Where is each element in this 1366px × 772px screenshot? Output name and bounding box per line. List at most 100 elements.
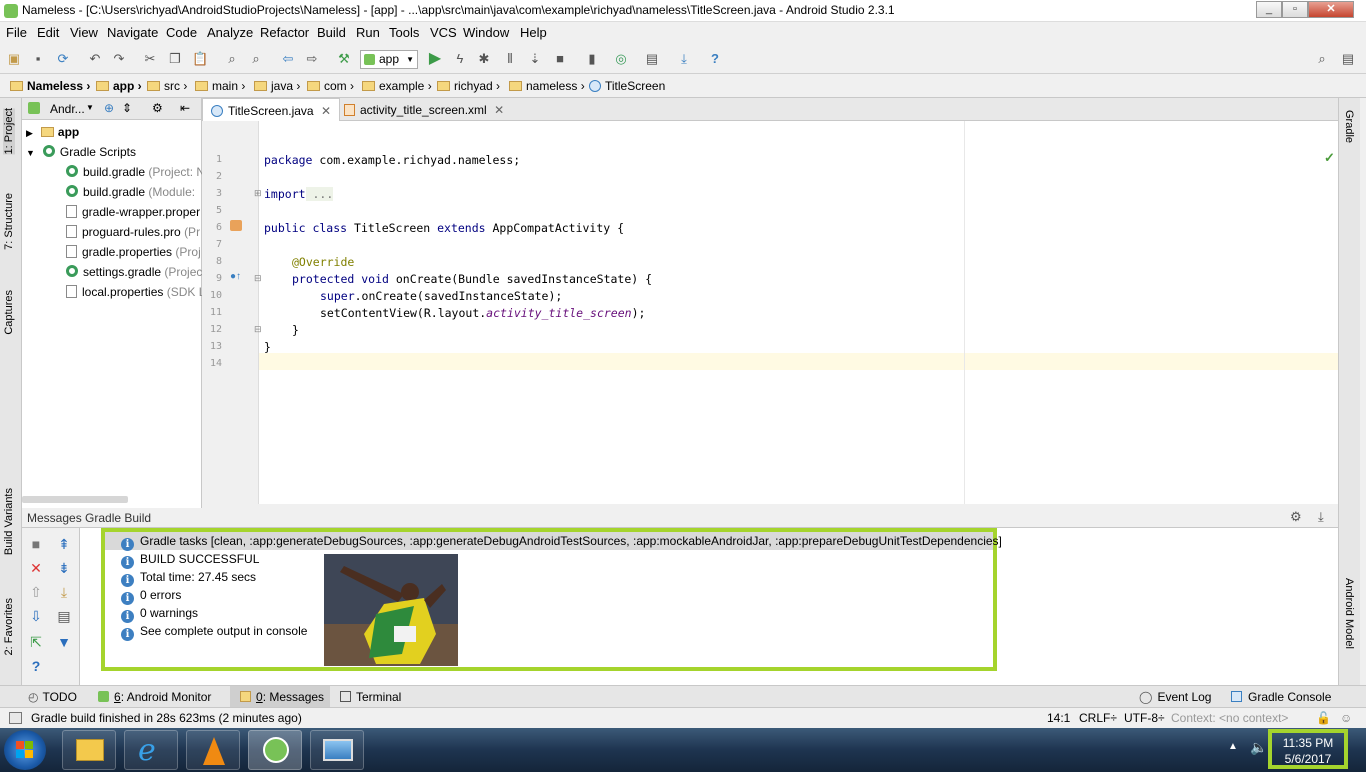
menu-navigate[interactable]: Navigate [107, 25, 158, 40]
taskbar-android-studio[interactable] [248, 730, 302, 770]
next-icon[interactable]: ⇩ [28, 608, 44, 624]
hide-panel-icon[interactable]: ⤓ [1318, 509, 1324, 525]
close-window-button[interactable]: ✕ [1308, 1, 1354, 18]
message-row[interactable]: i BUILD SUCCESSFUL [121, 552, 259, 569]
tab-structure[interactable]: 7: Structure [3, 193, 15, 250]
horizontal-scrollbar[interactable] [22, 496, 128, 503]
code-line-8[interactable]: @Override [292, 255, 354, 269]
file-encoding[interactable]: UTF-8÷ [1124, 711, 1165, 725]
show-hidden-icons[interactable]: ▲ [1228, 741, 1238, 752]
activity-icon[interactable] [230, 220, 242, 231]
chevron-down-icon[interactable]: ▼ [86, 103, 94, 112]
make-project-icon[interactable]: ⚒ [336, 51, 352, 67]
message-row[interactable]: i See complete output in console [121, 624, 307, 641]
taskbar-internet-explorer[interactable]: e [124, 730, 178, 770]
menu-window[interactable]: Window [463, 25, 509, 40]
tree-item-app[interactable]: ▶ app [26, 125, 79, 139]
avd-manager-icon[interactable]: ▮ [584, 51, 600, 67]
stop-icon[interactable]: ■ [552, 51, 568, 67]
project-view-select[interactable]: Andr... [50, 102, 85, 116]
replace-icon[interactable]: ⌕ [248, 51, 264, 67]
tree-item-proguard-rules[interactable]: proguard-rules.pro (Pr [66, 225, 200, 239]
message-row[interactable]: i0 errors [121, 588, 181, 605]
help-icon[interactable]: ? [707, 51, 723, 67]
tab-terminal[interactable]: Terminal [340, 690, 401, 704]
tree-item-gradle-wrapper[interactable]: gradle-wrapper.proper [66, 205, 200, 219]
tree-item-gradle-scripts[interactable]: ▼ Gradle Scripts [26, 145, 136, 159]
message-row[interactable]: i0 warnings [121, 606, 198, 623]
breadcrumb-java[interactable]: java › [254, 79, 300, 93]
tab-project[interactable]: 1: Project [3, 108, 15, 155]
volume-icon[interactable]: 🔈 [1250, 739, 1267, 756]
tree-item-local-properties[interactable]: local.properties (SDK L [66, 285, 205, 299]
lock-icon[interactable]: 🔓 [1316, 711, 1331, 725]
taskbar-explorer[interactable] [62, 730, 116, 770]
attach-debugger-icon[interactable]: ⇣ [527, 51, 543, 67]
profile-icon[interactable]: ⦀ [502, 51, 518, 67]
close-tab-icon[interactable]: ✕ [494, 103, 504, 117]
menu-help[interactable]: Help [520, 25, 547, 40]
project-structure-icon[interactable]: ▤ [644, 51, 660, 67]
maximize-button[interactable]: ▫ [1282, 1, 1308, 18]
breadcrumb-com[interactable]: com › [307, 79, 354, 93]
back-icon[interactable]: ⇦ [280, 51, 296, 67]
system-clock[interactable]: 11:35 PM 5/6/2017 [1268, 729, 1348, 769]
collapse-icon[interactable]: ⇕ [122, 101, 132, 115]
message-row[interactable]: i Gradle tasks [clean, :app:generateDebug… [121, 534, 1002, 551]
paste-icon[interactable]: 📋 [192, 51, 208, 67]
collapse-arrow-icon[interactable]: ▼ [26, 148, 35, 158]
filter-icon[interactable]: ▼ [56, 634, 72, 650]
previous-icon[interactable]: ⇧ [28, 584, 44, 600]
export-icon[interactable]: ⤓ [56, 584, 72, 600]
breadcrumb-nameless-pkg[interactable]: nameless › [509, 79, 585, 93]
tab-gradle[interactable]: Gradle [1343, 110, 1355, 143]
autoscroll-icon[interactable]: ▤ [56, 608, 72, 624]
taskbar-photo-viewer[interactable] [310, 730, 364, 770]
help-icon[interactable]: ? [28, 658, 44, 674]
menu-build[interactable]: Build [317, 25, 346, 40]
tree-item-build-gradle-project[interactable]: build.gradle (Project: N [66, 165, 205, 179]
breadcrumb-src[interactable]: src › [147, 79, 187, 93]
menu-edit[interactable]: Edit [37, 25, 59, 40]
tree-item-build-gradle-module[interactable]: build.gradle (Module: [66, 185, 195, 199]
start-button[interactable] [4, 730, 46, 770]
gear-icon[interactable]: ⚙ [152, 101, 163, 115]
apply-changes-icon[interactable]: ϟ [452, 51, 468, 67]
tree-item-gradle-properties[interactable]: gradle.properties (Proj [66, 245, 201, 259]
menu-tools[interactable]: Tools [389, 25, 419, 40]
tab-android-monitor[interactable]: 6: Android Monitor [98, 690, 211, 704]
save-icon[interactable]: ▪ [30, 51, 46, 67]
tab-messages[interactable]: 0: Messages [230, 686, 331, 707]
menu-analyze[interactable]: Analyze [207, 25, 253, 40]
forward-icon[interactable]: ⇨ [304, 51, 320, 67]
open-file-icon[interactable]: ⇱ [28, 634, 44, 650]
menu-file[interactable]: File [6, 25, 27, 40]
gear-icon[interactable]: ⚙ [1290, 509, 1302, 525]
tab-android-model[interactable]: Android Model [1343, 578, 1355, 649]
debug-icon[interactable]: ✱ [476, 51, 492, 67]
toggle-tool-windows-icon[interactable] [9, 712, 22, 724]
tab-captures[interactable]: Captures [3, 290, 15, 335]
breadcrumb-nameless[interactable]: Nameless › [10, 79, 90, 93]
menu-refactor[interactable]: Refactor [260, 25, 309, 40]
cut-icon[interactable]: ✂ [142, 51, 158, 67]
fold-icon[interactable]: ⊟ [254, 324, 262, 335]
breadcrumb-app[interactable]: app › [96, 79, 142, 93]
code-line-9[interactable]: protected void onCreate(Bundle savedInst… [292, 272, 652, 286]
breadcrumb-richyad[interactable]: richyad › [437, 79, 500, 93]
tab-build-variants[interactable]: Build Variants [3, 488, 15, 555]
hide-icon[interactable]: ⇤ [180, 101, 190, 115]
menu-run[interactable]: Run [356, 25, 380, 40]
stop-icon[interactable]: ■ [28, 536, 44, 552]
open-folder-icon[interactable]: ▣ [6, 51, 22, 67]
search-everywhere-icon[interactable]: ⌕ [1314, 51, 1330, 67]
tree-item-settings-gradle[interactable]: settings.gradle (Project [66, 265, 206, 279]
sdk-manager-icon[interactable]: ⤓ [676, 51, 692, 67]
message-row[interactable]: i Total time: 27.45 secs [121, 570, 256, 587]
breadcrumb-titlescreen[interactable]: TitleScreen [589, 79, 665, 93]
sync-icon[interactable]: ⊕ [104, 101, 114, 115]
gradle-sync-icon[interactable]: ◎ [613, 51, 629, 67]
menu-view[interactable]: View [70, 25, 98, 40]
code-line-6[interactable]: public class TitleScreen extends AppComp… [264, 221, 624, 235]
expand-arrow-icon[interactable]: ▶ [26, 128, 33, 138]
